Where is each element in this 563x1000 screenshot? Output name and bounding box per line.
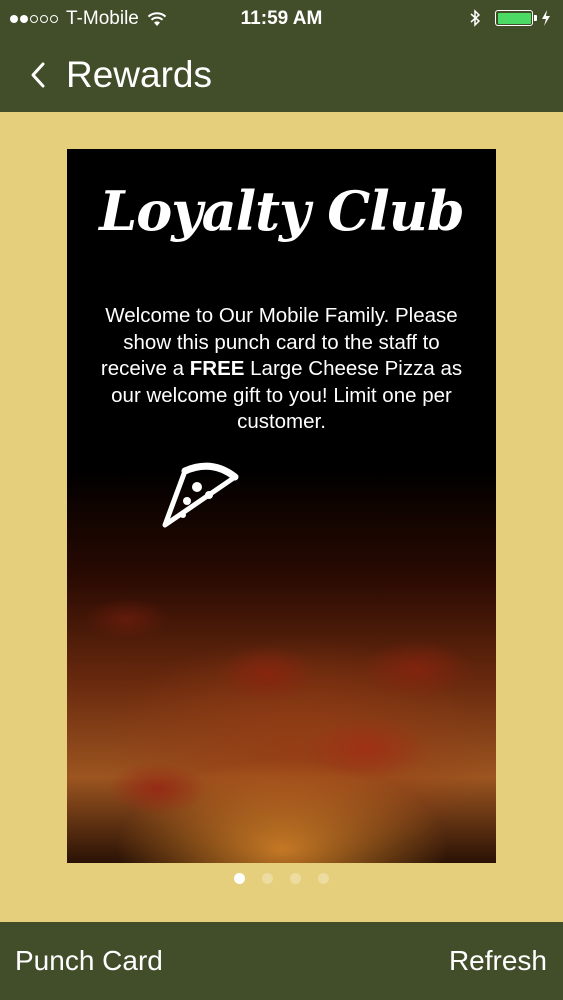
status-bar: T-Mobile 11:59 AM <box>0 0 563 36</box>
bluetooth-icon <box>470 9 481 27</box>
chevron-left-icon <box>31 62 45 88</box>
page-title: Rewards <box>66 54 212 95</box>
refresh-button[interactable]: Refresh <box>449 922 547 1000</box>
page-dot-3[interactable] <box>290 873 301 884</box>
card-text-bold: FREE <box>189 357 245 380</box>
page-dot-4[interactable] <box>318 873 329 884</box>
page-dot-1[interactable] <box>234 873 245 884</box>
top-bar: T-Mobile 11:59 AM Rewards <box>0 0 563 112</box>
punch-card-button[interactable]: Punch Card <box>15 922 163 1000</box>
page-dot-2[interactable] <box>262 873 273 884</box>
card-description: Welcome to Our Mobile Family. Please sho… <box>95 303 468 436</box>
page-indicator[interactable] <box>0 873 563 884</box>
back-button[interactable]: Rewards <box>0 54 212 96</box>
charging-icon <box>542 10 550 26</box>
battery-icon <box>495 10 537 26</box>
navigation-bar: Rewards <box>0 48 212 102</box>
status-right <box>470 9 551 27</box>
pizza-slice-icon <box>162 462 239 528</box>
card-title: Loyalty Club <box>99 179 465 243</box>
loyalty-card[interactable]: Loyalty Club Welcome to Our Mobile Famil… <box>67 149 496 863</box>
pizza-background-image <box>67 149 496 863</box>
bottom-toolbar: Punch Card Refresh <box>0 922 563 1000</box>
